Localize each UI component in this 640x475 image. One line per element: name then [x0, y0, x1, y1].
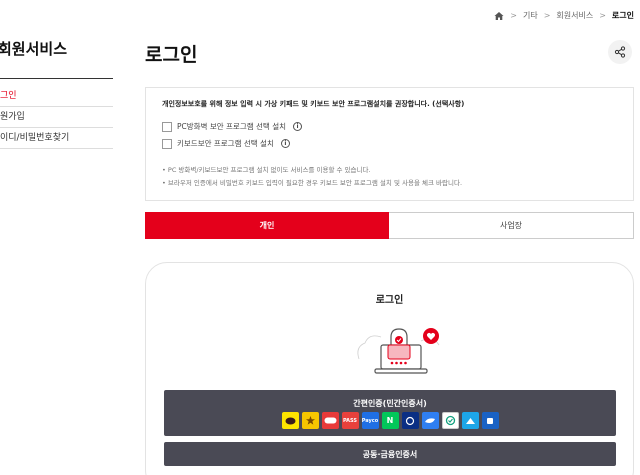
sidebar-item-login[interactable]: 그인: [0, 86, 113, 107]
login-card: 로그인 간편인증(민간인증서) PASS Payco N 공동·금융인증서: [145, 262, 634, 475]
nh-icon: [461, 412, 479, 429]
payco-icon: Payco: [361, 412, 379, 429]
breadcrumb: > 기타 > 회원서비스 > 로그인: [494, 10, 634, 21]
certificate-login-button[interactable]: 공동·금융인증서: [164, 442, 616, 466]
naver-mydata-icon: [301, 412, 319, 429]
share-icon: [614, 46, 626, 58]
info-icon[interactable]: i: [293, 122, 302, 131]
sidebar-menu: 그인 원가입 이디/비밀번호찾기: [0, 86, 113, 149]
chevron-right-icon: >: [599, 11, 606, 20]
auth-provider-list: PASS Payco N: [164, 412, 616, 429]
simple-auth-label: 간편인증(민간인증서): [353, 399, 427, 408]
notice-note: • 브라우저 인증에서 비밀번호 키보드 입력이 필요한 경우 키보드 보안 프…: [162, 179, 463, 187]
keyboard-security-option-label: 키보드보안 프로그램 선택 설치: [177, 139, 274, 148]
shinhan-icon: [401, 412, 419, 429]
notice-note: • PC 방화벽/키보드보안 프로그램 설치 없이도 서비스를 이용할 수 있습…: [162, 166, 371, 174]
security-notice: 개인정보보호를 위해 정보 입력 시 가상 키패드 및 키보드 보안 프로그램설…: [145, 87, 634, 201]
keyboard-security-checkbox[interactable]: [162, 138, 172, 149]
firewall-option-label: PC방화벽 보안 프로그램 선택 설치: [177, 122, 286, 131]
keyboard-security-option[interactable]: 키보드보안 프로그램 선택 설치 i: [162, 138, 290, 149]
samsung-pass-icon: [321, 412, 339, 429]
toss-icon: [421, 412, 439, 429]
sidebar-item-signup[interactable]: 원가입: [0, 107, 113, 128]
breadcrumb-item-member[interactable]: 회원서비스: [556, 10, 593, 21]
page: > 기타 > 회원서비스 > 로그인 회원서비스 그인 원가입 이디/비밀번호찾…: [0, 0, 640, 475]
breadcrumb-item-etc[interactable]: 기타: [523, 10, 538, 21]
chevron-right-icon: >: [543, 11, 551, 20]
firewall-checkbox[interactable]: [162, 121, 172, 132]
login-card-title: 로그인: [375, 295, 404, 306]
tab-business[interactable]: 사업장: [389, 212, 634, 239]
share-button[interactable]: [608, 40, 632, 64]
notice-notes: • PC 방화벽/키보드보안 프로그램 설치 없이도 서비스를 이용할 수 있습…: [162, 164, 462, 190]
naver-icon: N: [381, 412, 399, 429]
sidebar-item-find-account[interactable]: 이디/비밀번호찾기: [0, 128, 113, 149]
kakao-icon: [281, 412, 299, 429]
page-title: 로그인: [145, 44, 198, 66]
kb-icon: [441, 412, 459, 429]
pass-icon: PASS: [341, 412, 359, 429]
home-icon[interactable]: [494, 11, 504, 21]
sidebar-divider: [0, 78, 113, 79]
simple-auth-button[interactable]: 간편인증(민간인증서) PASS Payco N: [164, 390, 616, 436]
user-type-tabs: 개인 사업장: [145, 212, 634, 239]
secure-login-illustration-icon: [357, 328, 440, 374]
tab-individual[interactable]: 개인: [145, 212, 389, 239]
woori-icon: [481, 412, 499, 429]
chevron-right-icon: >: [510, 11, 517, 20]
info-icon[interactable]: i: [280, 139, 290, 148]
sidebar-title: 회원서비스: [0, 40, 68, 58]
breadcrumb-item-current: 로그인: [611, 11, 634, 20]
notice-heading: 개인정보보호를 위해 정보 입력 시 가상 키패드 및 키보드 보안 프로그램설…: [162, 100, 465, 108]
sidebar: 회원서비스 그인 원가입 이디/비밀번호찾기: [0, 0, 113, 475]
firewall-option[interactable]: PC방화벽 보안 프로그램 선택 설치 i: [162, 121, 302, 132]
